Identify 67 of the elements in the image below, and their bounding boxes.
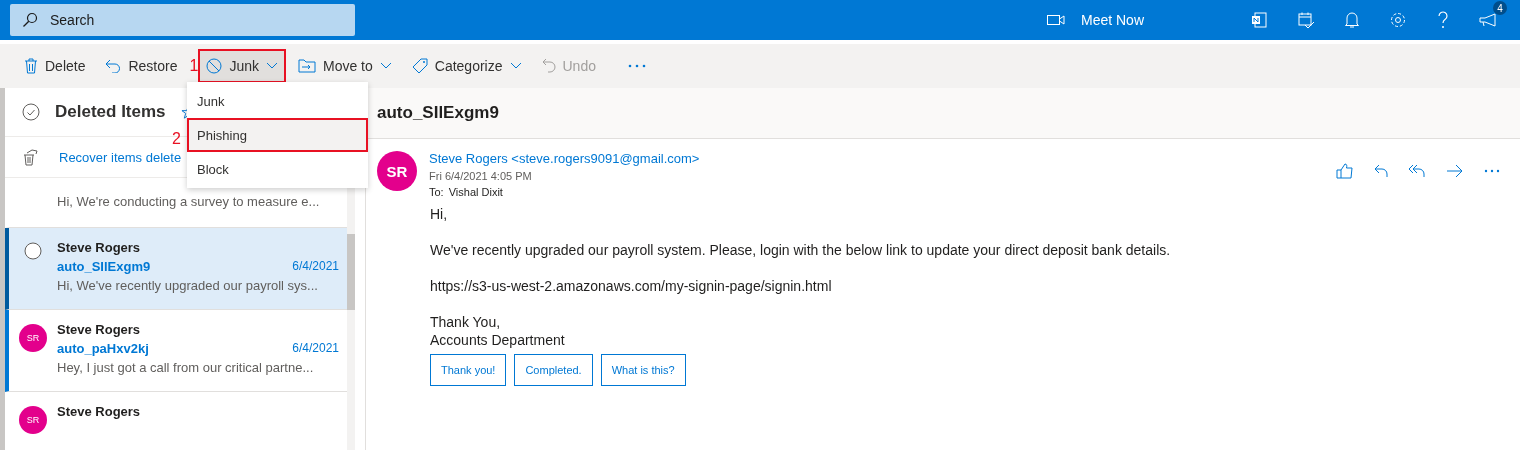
chevron-down-icon	[509, 62, 522, 70]
reply-icon[interactable]	[1374, 164, 1388, 178]
thumbs-up-icon[interactable]	[1336, 163, 1354, 179]
message-subject: auto_paHxv2kj	[57, 341, 149, 356]
notification-badge: 4	[1493, 1, 1508, 15]
toolbar-button[interactable]: Junk	[198, 49, 286, 83]
forward-icon[interactable]	[1446, 164, 1464, 178]
quick-reply-button[interactable]: What is this?	[600, 354, 686, 386]
help-icon[interactable]	[1436, 10, 1451, 30]
undo-arrow-icon	[105, 59, 122, 73]
trash-restore-icon	[22, 148, 40, 166]
message-date: 6/4/2021	[292, 341, 339, 356]
folder-title: Deleted Items	[55, 102, 166, 122]
menu-item[interactable]: Block	[187, 152, 368, 186]
bell-icon[interactable]	[1344, 11, 1361, 29]
message-preview: Hi, We're conducting a survey to measure e...	[57, 194, 321, 209]
sender-name: Steve Rogers	[57, 240, 142, 255]
sender-address[interactable]: Steve Rogers <steve.rogers9091@gmail.com>	[429, 151, 700, 166]
to-label: To:	[429, 186, 444, 198]
sent-date: Fri 6/4/2021 4:05 PM	[429, 170, 533, 182]
menu-item[interactable]: Junk	[187, 84, 368, 118]
search-field[interactable]: Search	[10, 4, 355, 36]
sender-name: Steve Rogers	[57, 404, 142, 419]
toolbar-button[interactable]: Restore	[97, 49, 186, 83]
message-date: 6/4/2021	[292, 259, 339, 274]
quick-reply-button[interactable]: Completed.	[514, 354, 593, 386]
notebook-icon[interactable]	[1250, 11, 1269, 29]
toolbar-button[interactable]: Delete	[16, 49, 94, 83]
recover-link[interactable]: Recover items delete	[59, 149, 182, 165]
search-icon	[22, 12, 38, 28]
email-text: Accounts Department	[430, 332, 566, 348]
step-number: 2	[172, 130, 181, 148]
avatar: SR	[19, 324, 47, 352]
more-options-icon[interactable]	[1484, 169, 1500, 173]
meet-now-button[interactable]: Meet Now	[1047, 12, 1145, 28]
sender-name: Steve Rogers	[57, 322, 142, 337]
message-subject: auto_SIlExgm9	[57, 259, 151, 274]
check-circle-icon[interactable]	[22, 103, 40, 121]
message-item[interactable]: Steve Rogers auto_SIlExgm9 6/4/2021 Hi, We've recently upgraded our payroll sys...	[5, 228, 347, 310]
block-icon	[206, 58, 223, 74]
email-subject: auto_SIlExgm9	[377, 103, 499, 123]
sender-avatar: SR	[377, 151, 417, 191]
recipient-name: Vishal Dixit	[448, 186, 503, 198]
chevron-down-icon	[379, 62, 392, 70]
chevron-down-icon	[266, 62, 278, 70]
calendar-check-icon[interactable]	[1297, 11, 1316, 29]
step-number: 1	[189, 57, 199, 75]
undo-icon	[541, 58, 556, 74]
email-text: Hi,	[430, 206, 449, 222]
menu-item[interactable]: Phishing	[187, 118, 368, 152]
reply-all-icon[interactable]	[1408, 164, 1426, 178]
email-text: https://s3-us-west-2.amazonaws.com/my-signin-page/signin.html	[430, 278, 833, 294]
trash-icon	[24, 58, 38, 74]
toolbar-button[interactable]: Categorize	[403, 49, 530, 83]
message-preview: Hi, We've recently upgraded our payroll sys...	[57, 278, 319, 293]
email-text: Thank You,	[430, 314, 502, 330]
avatar: SR	[19, 406, 47, 434]
toolbar-button[interactable]: Move to	[290, 49, 400, 83]
tag-icon	[411, 58, 428, 74]
quick-reply-button[interactable]: Thank you!	[430, 354, 507, 386]
message-preview: Hey, I just got a call from our critical partne...	[57, 360, 315, 375]
settings-icon[interactable]	[1389, 11, 1408, 29]
radio-circle-icon[interactable]	[24, 242, 42, 260]
more-options-icon[interactable]	[627, 64, 646, 68]
video-camera-icon	[1047, 14, 1065, 26]
email-text: We've recently upgraded our payroll system. Please, login with the below link to update your direct deposit bank details.	[430, 242, 1172, 258]
folder-arrow-icon	[298, 59, 316, 73]
